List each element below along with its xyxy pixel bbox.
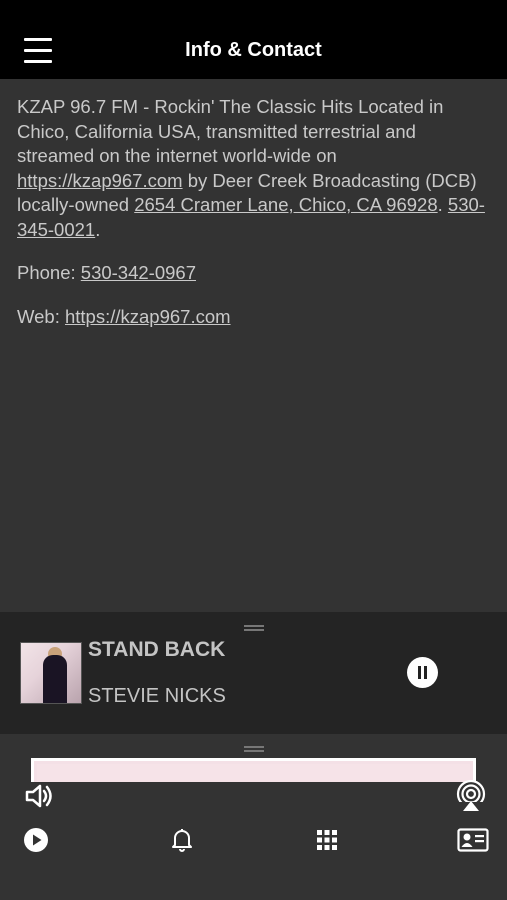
airplay-icon[interactable] (455, 779, 487, 812)
volume-icon[interactable] (24, 781, 54, 811)
phone-line: Phone: 530-342-0967 (17, 262, 196, 283)
song-title: STAND BACK (88, 638, 226, 661)
bell-icon[interactable] (170, 827, 194, 853)
web-link[interactable]: https://kzap967.com (65, 306, 231, 327)
website-link-inline[interactable]: https://kzap967.com (17, 170, 183, 191)
station-description: KZAP 96.7 FM - Rockin' The Classic Hits … (17, 96, 485, 240)
album-art (20, 642, 82, 704)
artist-name: STEVIE NICKS (88, 685, 226, 707)
phone-link[interactable]: 530-342-0967 (81, 262, 196, 283)
web-line: Web: https://kzap967.com (17, 305, 231, 327)
drag-handle[interactable] (244, 746, 264, 752)
page-title: Info & Contact (185, 39, 322, 61)
address-link[interactable]: 2654 Cramer Lane, Chico, CA 96928 (134, 194, 437, 215)
now-playing-bar[interactable]: STAND BACK STEVIE NICKS (0, 612, 507, 734)
play-icon[interactable] (23, 827, 49, 853)
top-bar: Info & Contact (0, 0, 507, 79)
contact-card-icon[interactable] (457, 827, 489, 853)
drag-handle[interactable] (244, 625, 264, 631)
grid-icon[interactable] (316, 829, 338, 851)
player-panel (0, 734, 507, 900)
video-preview (31, 758, 476, 782)
pause-icon[interactable] (407, 657, 438, 688)
info-content: KZAP 96.7 FM - Rockin' The Classic Hits … (0, 79, 507, 612)
